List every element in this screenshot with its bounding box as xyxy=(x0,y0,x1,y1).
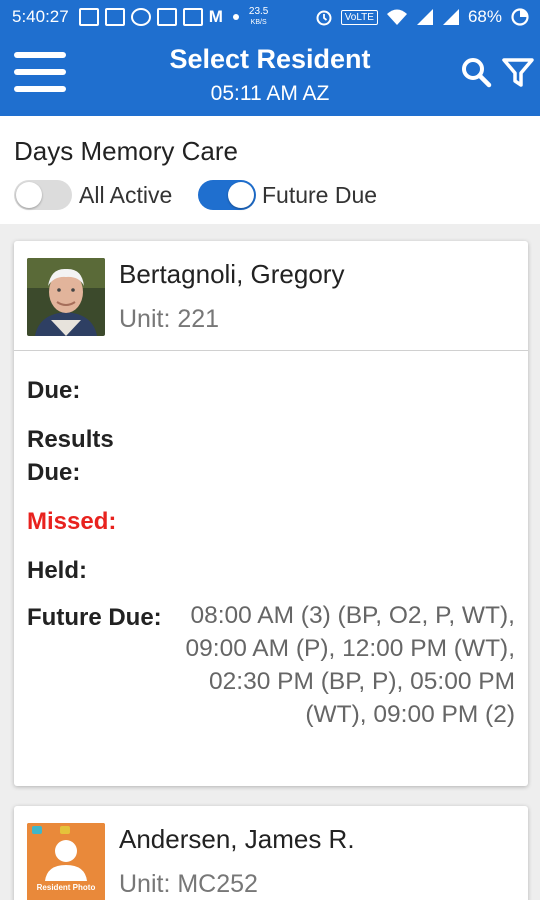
facility-panel: Days Memory Care All Active Future Due xyxy=(0,116,540,224)
all-active-label: All Active xyxy=(79,182,173,208)
notification-icon xyxy=(182,8,203,26)
missed-label: Missed: xyxy=(27,508,117,535)
results-due-label-line2: Due: xyxy=(27,459,81,486)
resident-name: Bertagnoli, Gregory xyxy=(119,259,345,289)
photo-caption: Resident Photo xyxy=(36,883,96,892)
signal-icon xyxy=(416,9,433,25)
resident-header[interactable]: Bertagnoli, Gregory Unit: 221 xyxy=(14,241,528,351)
app-bar: Select Resident 05:11 AM AZ xyxy=(0,34,540,116)
future-due-toggle[interactable] xyxy=(198,180,256,210)
notification-icons: M 23.5 KB/S xyxy=(78,5,315,28)
volte-badge: VoLTE xyxy=(340,9,378,25)
alarm-icon xyxy=(316,10,332,26)
resident-header[interactable]: Resident Photo Andersen, James R. Unit: … xyxy=(14,806,528,900)
resident-name: Andersen, James R. xyxy=(119,824,355,854)
all-active-toggle[interactable] xyxy=(14,180,72,210)
battery-icon xyxy=(511,8,529,26)
battery-percent: 68% xyxy=(467,7,502,26)
notification-icon xyxy=(156,8,177,26)
status-bar: 5:40:27 M 23.5 KB/S VoLTE 68% xyxy=(0,0,540,34)
signal-icon xyxy=(442,9,459,25)
system-icons: VoLTE 68% xyxy=(315,7,530,27)
gmail-icon: M xyxy=(208,7,223,26)
net-speed-value: 23.5 xyxy=(248,5,269,17)
resident-card[interactable]: Resident Photo Andersen, James R. Unit: … xyxy=(14,806,528,900)
search-icon[interactable] xyxy=(458,54,494,90)
results-due-label-line1: Results xyxy=(27,426,114,453)
filter-icon[interactable] xyxy=(500,54,536,90)
future-due-value: 08:00 AM (3) (BP, O2, P, WT), 09:00 AM (… xyxy=(185,602,515,728)
resident-card[interactable]: Bertagnoli, Gregory Unit: 221 Due: Resul… xyxy=(14,241,528,786)
dot-icon xyxy=(232,14,239,20)
toggle-knob xyxy=(228,182,254,208)
held-label: Held: xyxy=(27,557,87,584)
future-due-label: Future Due xyxy=(262,182,378,208)
status-time: 5:40:27 xyxy=(12,7,69,26)
resident-unit: Unit: MC252 xyxy=(119,870,258,898)
notification-icon xyxy=(78,8,99,26)
facility-name: Days Memory Care xyxy=(14,136,238,166)
notification-icon xyxy=(104,8,125,26)
resident-photo xyxy=(27,258,105,336)
net-speed: 23.5 KB/S xyxy=(248,5,269,28)
future-due-label: Future Due: xyxy=(27,604,162,631)
resident-photo-placeholder: Resident Photo xyxy=(27,823,105,900)
net-speed-unit: KB/S xyxy=(250,18,267,26)
notification-icon xyxy=(130,8,151,26)
due-label: Due: xyxy=(27,377,81,404)
resident-unit: Unit: 221 xyxy=(119,305,220,333)
wifi-icon xyxy=(386,9,407,25)
toggle-knob xyxy=(16,182,42,208)
